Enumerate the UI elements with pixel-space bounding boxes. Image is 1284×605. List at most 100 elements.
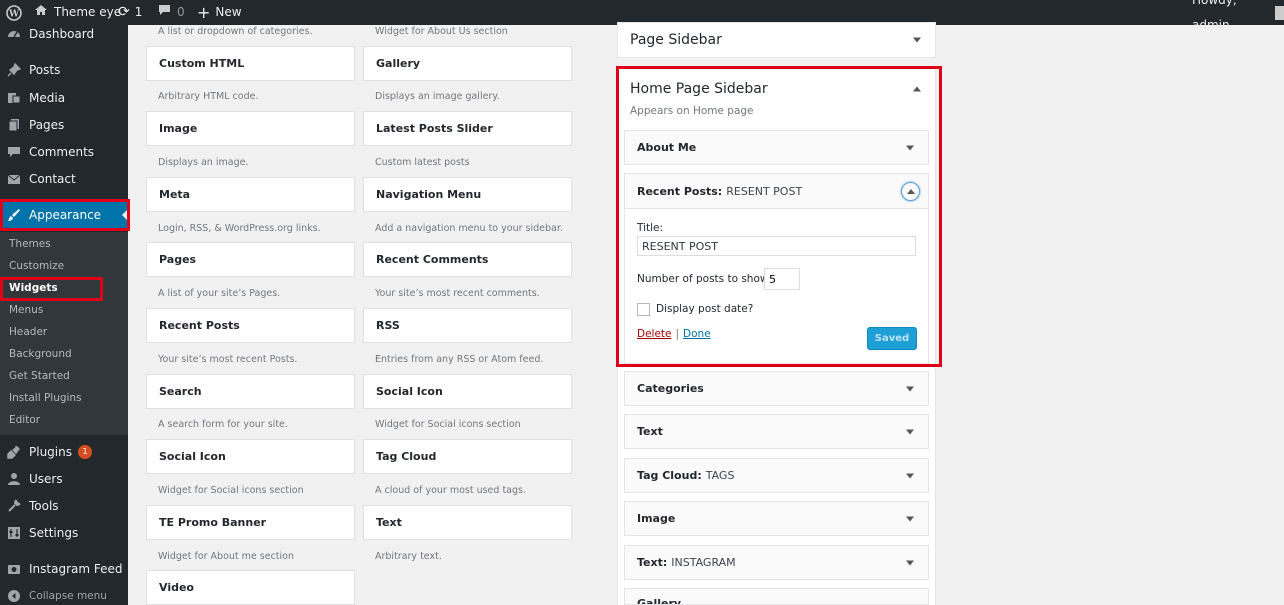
menu-dashboard[interactable]: Dashboard <box>0 22 128 46</box>
settings-icon <box>7 526 21 540</box>
widget-social-icon[interactable]: Social Icon <box>146 439 355 474</box>
widget-desc: Arbitrary HTML code. <box>158 91 259 102</box>
saved-button[interactable]: Saved <box>867 327 917 350</box>
widget-pages[interactable]: Pages <box>146 242 355 277</box>
menu-settings[interactable]: Settings <box>0 521 128 545</box>
menu-label: Contact <box>29 172 76 186</box>
menu-collapse[interactable]: Collapse menu <box>0 584 128 605</box>
submenu-editor[interactable]: Editor <box>9 414 40 426</box>
collapse-icon <box>7 589 21 603</box>
chevron-down-icon[interactable] <box>906 516 914 521</box>
menu-pages[interactable]: Pages <box>0 113 128 137</box>
done-link[interactable]: Done <box>683 328 711 340</box>
collapse-toggle-icon[interactable] <box>901 182 920 201</box>
widget-desc: Widget for About me section <box>158 551 294 562</box>
chevron-down-icon[interactable] <box>906 145 914 150</box>
widget-recent-comments[interactable]: Recent Comments <box>363 242 572 277</box>
display-date-checkbox[interactable] <box>637 303 650 316</box>
submenu-customize[interactable]: Customize <box>9 260 64 272</box>
title-input[interactable] <box>637 236 916 256</box>
widget-search[interactable]: Search <box>146 374 355 409</box>
chevron-down-icon[interactable] <box>906 386 914 391</box>
widget-subtitle: INSTAGRAM <box>671 556 736 569</box>
menu-label: Posts <box>29 63 61 77</box>
menu-posts[interactable]: Posts <box>0 58 128 82</box>
menu-users[interactable]: Users <box>0 467 128 491</box>
widget-image[interactable]: Image <box>146 111 355 146</box>
menu-comments[interactable]: Comments <box>0 140 128 164</box>
new-content-link[interactable]: + New <box>197 0 242 25</box>
widget-rss[interactable]: RSS <box>363 308 572 343</box>
chevron-down-icon[interactable] <box>913 37 921 43</box>
home-sidebar-desc: Appears on Home page <box>630 105 754 117</box>
menu-media[interactable]: Media <box>0 86 128 110</box>
widget-text-area[interactable]: Text <box>624 414 929 449</box>
submenu-widgets[interactable]: Widgets <box>9 282 58 294</box>
widget-header[interactable]: Recent Posts: RESENT POST <box>625 174 928 209</box>
widget-text-instagram[interactable]: Text: INSTAGRAM <box>624 545 929 580</box>
widget-image-area[interactable]: Image <box>624 501 929 536</box>
delete-link[interactable]: Delete <box>637 328 672 340</box>
submenu-get-started[interactable]: Get Started <box>9 370 70 382</box>
widget-recent-posts[interactable]: Recent Posts <box>146 308 355 343</box>
plug-icon <box>7 445 21 459</box>
number-input[interactable] <box>764 268 800 290</box>
comments-link[interactable]: 0 <box>158 0 185 25</box>
menu-label: Tools <box>29 499 59 513</box>
chevron-down-icon[interactable] <box>906 473 914 478</box>
widget-gallery-area[interactable]: Gallery <box>624 588 929 605</box>
submenu-install-plugins[interactable]: Install Plugins <box>9 392 82 404</box>
menu-label: Appearance <box>29 208 102 222</box>
menu-label: Users <box>29 472 63 486</box>
menu-contact[interactable]: Contact <box>0 167 128 191</box>
avatar <box>1275 5 1284 20</box>
chevron-up-icon[interactable] <box>913 86 921 92</box>
menu-tools[interactable]: Tools <box>0 494 128 518</box>
comments-count: 0 <box>177 5 185 19</box>
widget-desc: A cloud of your most used tags. <box>375 485 526 496</box>
submenu-header[interactable]: Header <box>9 326 47 338</box>
camera-icon <box>7 562 21 576</box>
svg-text:W: W <box>8 9 20 19</box>
widget-video[interactable]: Video <box>146 570 355 605</box>
plus-icon: + <box>197 3 211 22</box>
widget-subtitle: RESENT POST <box>726 184 803 198</box>
menu-plugins[interactable]: Plugins 1 <box>0 440 128 464</box>
mail-icon <box>7 172 21 186</box>
submenu-background[interactable]: Background <box>9 348 72 360</box>
chevron-down-icon[interactable] <box>906 560 914 565</box>
home-sidebar-title[interactable]: Home Page Sidebar <box>630 81 768 97</box>
widget-social-icon-2[interactable]: Social Icon <box>363 374 572 409</box>
admin-sidebar: Dashboard Posts Media Pages Comments Con… <box>0 25 128 605</box>
widget-title: Tag Cloud: <box>637 469 702 482</box>
submenu-menus[interactable]: Menus <box>9 304 43 316</box>
widget-text[interactable]: Text <box>363 505 572 540</box>
widget-te-promo-banner[interactable]: TE Promo Banner <box>146 505 355 540</box>
widget-categories[interactable]: Categories <box>624 371 929 406</box>
widget-title: Text: <box>637 556 668 569</box>
howdy-text: Howdy, admin <box>1192 0 1237 32</box>
plugins-update-badge: 1 <box>77 445 92 459</box>
widget-tag-cloud[interactable]: Tag Cloud <box>363 439 572 474</box>
widget-meta[interactable]: Meta <box>146 177 355 212</box>
widget-about-me[interactable]: About Me <box>624 130 929 165</box>
widget-gallery[interactable]: Gallery <box>363 46 572 81</box>
widget-desc: Widget for Social icons section <box>375 419 521 430</box>
menu-label: Plugins <box>29 445 72 459</box>
widget-tag-cloud-area[interactable]: Tag Cloud: TAGS <box>624 458 929 493</box>
widget-desc: Displays an image gallery. <box>375 91 500 102</box>
widget-desc: A list of your site’s Pages. <box>158 288 281 299</box>
page-sidebar-panel[interactable]: Page Sidebar <box>617 22 936 58</box>
widget-latest-posts-slider[interactable]: Latest Posts Slider <box>363 111 572 146</box>
widget-title: Categories <box>637 382 704 395</box>
widget-custom-html[interactable]: Custom HTML <box>146 46 355 81</box>
menu-appearance[interactable]: Appearance <box>0 201 128 229</box>
menu-instagram-feed[interactable]: Instagram Feed <box>0 557 128 581</box>
menu-label: Media <box>29 91 66 105</box>
my-account-link[interactable]: Howdy, admin <box>1192 0 1284 32</box>
submenu-themes[interactable]: Themes <box>9 238 51 250</box>
widget-desc: Widget for About Us section <box>375 26 508 37</box>
widget-navigation-menu[interactable]: Navigation Menu <box>363 177 572 212</box>
widget-title: About Me <box>637 141 697 154</box>
chevron-down-icon[interactable] <box>906 429 914 434</box>
